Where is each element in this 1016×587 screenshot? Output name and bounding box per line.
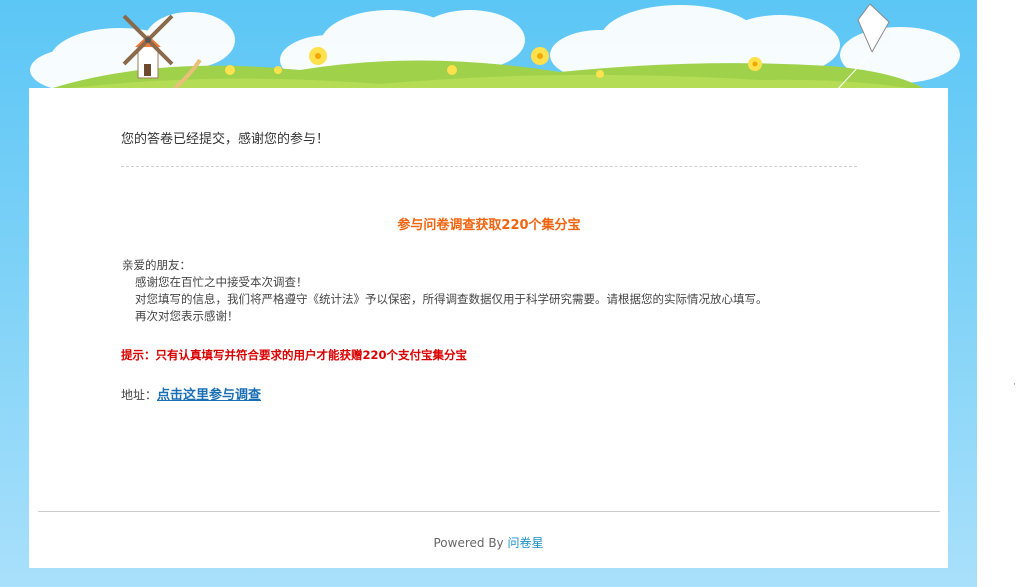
brand-link[interactable]: 问卷星: [507, 536, 543, 550]
dashed-divider: [121, 166, 857, 167]
footer-divider: [38, 511, 940, 512]
submission-confirmation-text: 您的答卷已经提交，感谢您的参与！: [121, 132, 330, 147]
footer: Powered By 问卷星: [29, 534, 948, 551]
tip-text: 提示：只有认真填写并符合要求的用户才能获赠220个支付宝集分宝: [121, 348, 468, 362]
stray-mark: ·: [1013, 380, 1016, 390]
letter-body: 亲爱的朋友： 感谢您在百忙之中接受本次调查！ 对您填写的信息，我们将严格遵守《统…: [122, 257, 768, 325]
letter-line-3: 再次对您表示感谢！: [135, 309, 239, 323]
address-row: 地址：点击这里参与调查: [121, 384, 261, 403]
promo-title: 参与问卷调查获取220个集分宝: [397, 218, 581, 233]
powered-by-text: Powered By: [433, 536, 504, 550]
participate-survey-link[interactable]: 点击这里参与调查: [157, 388, 261, 403]
survey-complete-card: 您的答卷已经提交，感谢您的参与！ 参与问卷调查获取220个集分宝 亲爱的朋友： …: [29, 88, 948, 568]
letter-greeting: 亲爱的朋友：: [122, 258, 191, 272]
page-right-margin: [977, 0, 1016, 587]
header-landscape-illustration: [30, 3, 960, 92]
letter-line-2: 对您填写的信息，我们将严格遵守《统计法》予以保密，所得调查数据仅用于科学研究需要…: [135, 292, 768, 306]
letter-line-1: 感谢您在百忙之中接受本次调查！: [135, 275, 308, 289]
address-label: 地址：: [121, 388, 158, 402]
